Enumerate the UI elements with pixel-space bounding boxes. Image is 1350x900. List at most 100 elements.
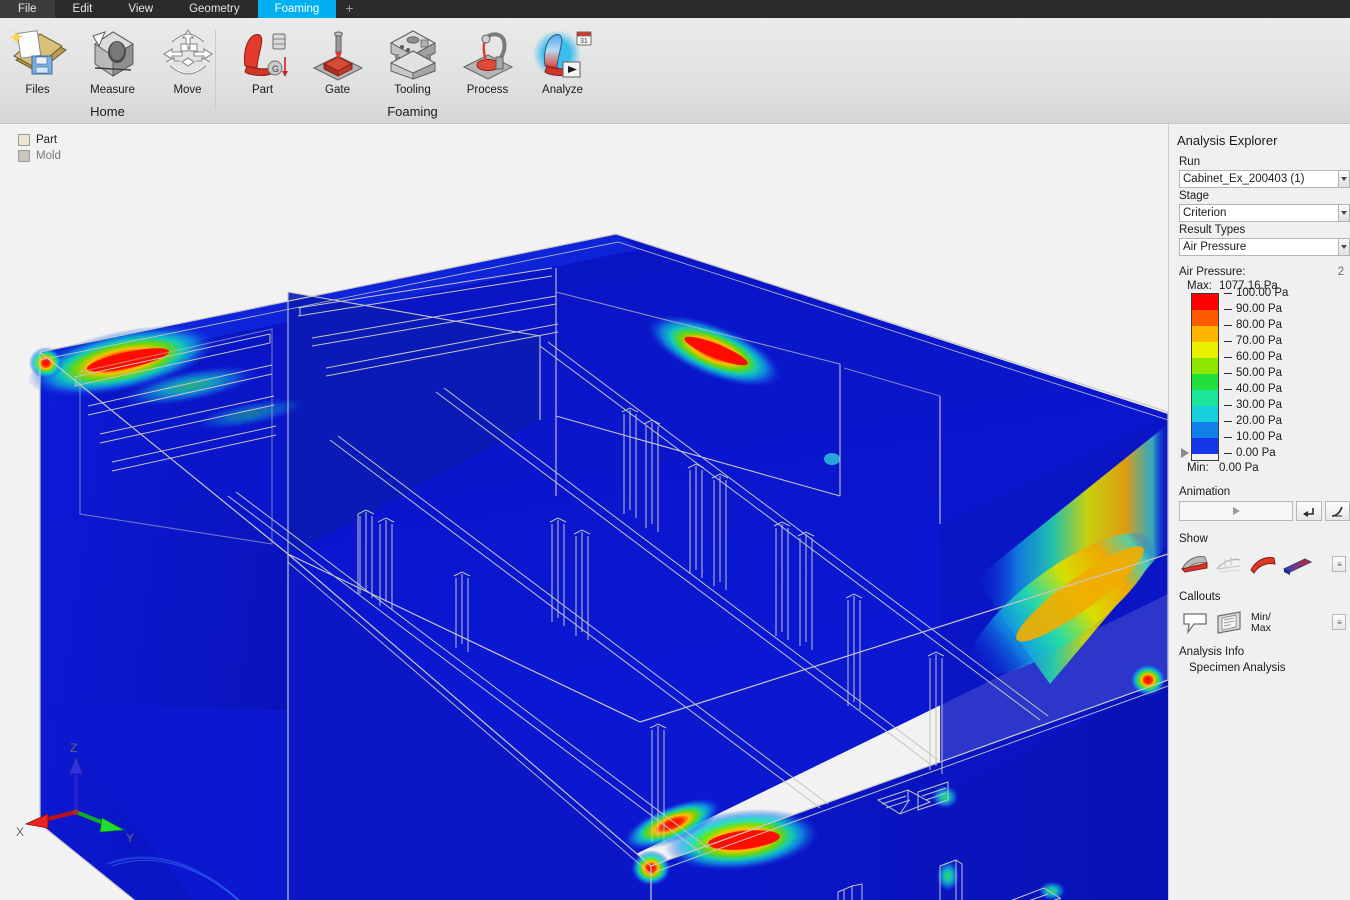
callouts-options-menu-button[interactable]: ≡ xyxy=(1332,614,1346,630)
colorbar-tick-5: 50.00 Pa xyxy=(1219,365,1288,381)
result-types-dropdown-arrow[interactable] xyxy=(1339,238,1350,256)
colorbar-tick-9: 10.00 Pa xyxy=(1219,429,1288,445)
colorbar-tick-dash xyxy=(1224,325,1232,326)
colorbar-tick-4: 60.00 Pa xyxy=(1219,349,1288,365)
axis-label-z: Z xyxy=(70,741,77,755)
ribbon-button-move[interactable]: Move xyxy=(150,18,225,118)
ribbon-button-tooling[interactable]: Tooling xyxy=(375,18,450,118)
colorbar-tick-dash xyxy=(1224,341,1232,342)
result-min-value: 0.00 Pa xyxy=(1219,462,1259,474)
colorbar-legend[interactable]: 100.00 Pa90.00 Pa80.00 Pa70.00 Pa60.00 P… xyxy=(1169,293,1350,461)
colorbar-tick-dash xyxy=(1224,437,1232,438)
ribbon-button-measure[interactable]: Measure xyxy=(75,18,150,118)
menu-file[interactable]: File xyxy=(0,0,55,18)
colorbar-gradient[interactable] xyxy=(1191,293,1219,461)
colorbar-tick-label: 50.00 Pa xyxy=(1236,365,1282,381)
ribbon-label-process: Process xyxy=(467,84,509,97)
colorbar-tick-1: 90.00 Pa xyxy=(1219,301,1288,317)
run-dropdown-arrow[interactable] xyxy=(1339,170,1350,188)
ribbon-group-title-foaming: Foaming xyxy=(225,104,600,119)
run-label: Run xyxy=(1169,154,1350,170)
note-callout-icon[interactable] xyxy=(1213,609,1247,637)
menu-edit[interactable]: Edit xyxy=(55,0,111,18)
ribbon-button-files[interactable]: Files xyxy=(0,18,75,118)
callouts-label: Callouts xyxy=(1169,579,1350,606)
ribbon-button-analyze[interactable]: 31 Analyze xyxy=(525,18,600,118)
legend-label-mold: Mold xyxy=(36,150,61,162)
colorbar-band-1 xyxy=(1192,310,1218,326)
colorbar-tick-label: 60.00 Pa xyxy=(1236,349,1282,365)
3d-viewport[interactable]: Part Mold Z X Y xyxy=(0,124,1168,900)
move-icon xyxy=(156,24,220,82)
minmax-line2: Max xyxy=(1251,623,1271,634)
application-window: File Edit View Geometry Foaming + xyxy=(0,0,1350,900)
show-result-icon[interactable] xyxy=(1281,551,1315,579)
ribbon-toolbar: Files xyxy=(0,18,1350,124)
tab-foaming[interactable]: Foaming xyxy=(258,0,337,18)
legend-swatch-mold xyxy=(18,150,30,162)
callouts-icon-row: Min/ Max ≡ xyxy=(1169,609,1350,637)
colorbar-tick-0: 100.00 Pa xyxy=(1219,285,1288,301)
ribbon-group-title-home: Home xyxy=(0,104,215,119)
colorbar-band-5 xyxy=(1192,374,1218,390)
add-tab-button[interactable]: + xyxy=(336,0,362,18)
axis-label-x: X xyxy=(16,825,24,839)
ribbon-label-measure: Measure xyxy=(90,84,135,97)
colorbar-tick-6: 40.00 Pa xyxy=(1219,381,1288,397)
animation-play-bar[interactable] xyxy=(1179,501,1293,521)
cabinet-model xyxy=(22,234,1168,900)
colorbar-band-9 xyxy=(1192,438,1218,454)
analysis-info-value: Specimen Analysis xyxy=(1169,662,1350,674)
ribbon-button-part[interactable]: G Part xyxy=(225,18,300,118)
show-wireframe-icon[interactable] xyxy=(1213,551,1247,579)
stage-field-row: Criterion xyxy=(1169,204,1350,222)
viewport-legend: Part Mold xyxy=(18,132,61,164)
animation-loop-button[interactable] xyxy=(1296,501,1321,521)
result-min-label: Min: xyxy=(1187,462,1219,474)
colorbar-band-8 xyxy=(1192,422,1218,438)
show-icon-row: ≡ xyxy=(1169,551,1350,579)
minmax-callout-label[interactable]: Min/ Max xyxy=(1251,612,1271,634)
menu-geometry[interactable]: Geometry xyxy=(171,0,258,18)
files-icon xyxy=(6,24,70,82)
stage-label: Stage xyxy=(1169,188,1350,204)
colorbar-tick-label: 80.00 Pa xyxy=(1236,317,1282,333)
colorbar-band-0 xyxy=(1192,294,1218,310)
process-robot-icon xyxy=(456,24,520,82)
colorbar-band-6 xyxy=(1192,390,1218,406)
result-max-label: Max: xyxy=(1187,280,1219,292)
run-select[interactable]: Cabinet_Ex_200403 (1) xyxy=(1179,170,1339,188)
colorbar-marker-arrow[interactable] xyxy=(1181,293,1191,461)
result-heading-row: Air Pressure: 2 xyxy=(1169,256,1350,280)
colorbar-tick-7: 30.00 Pa xyxy=(1219,397,1288,413)
axis-triad[interactable]: Z X Y xyxy=(14,734,144,844)
colorbar-tick-dash xyxy=(1224,421,1232,422)
colorbar-tick-2: 80.00 Pa xyxy=(1219,317,1288,333)
colorbar-tick-8: 20.00 Pa xyxy=(1219,413,1288,429)
stage-dropdown-arrow[interactable] xyxy=(1339,204,1350,222)
colorbar-tick-dash xyxy=(1224,373,1232,374)
colorbar-tick-dash xyxy=(1224,389,1232,390)
run-field-row: Cabinet_Ex_200403 (1) xyxy=(1169,170,1350,188)
result-heading-overflow: 2 xyxy=(1338,266,1344,278)
result-types-select[interactable]: Air Pressure xyxy=(1179,238,1339,256)
show-options-menu-button[interactable]: ≡ xyxy=(1332,556,1346,572)
show-part-icon[interactable] xyxy=(1179,551,1213,579)
animation-controls xyxy=(1169,501,1350,521)
colorbar-tick-3: 70.00 Pa xyxy=(1219,333,1288,349)
stage-select[interactable]: Criterion xyxy=(1179,204,1339,222)
show-deform-icon[interactable] xyxy=(1247,551,1281,579)
ribbon-label-move: Move xyxy=(173,84,201,97)
probe-callout-icon[interactable] xyxy=(1179,609,1213,637)
ribbon-label-part: Part xyxy=(252,84,273,97)
menu-view[interactable]: View xyxy=(110,0,171,18)
ribbon-button-gate[interactable]: Gate xyxy=(300,18,375,118)
colorbar-tick-dash xyxy=(1224,405,1232,406)
ribbon-label-gate: Gate xyxy=(325,84,350,97)
ribbon-button-process[interactable]: Process xyxy=(450,18,525,118)
colorbar-band-7 xyxy=(1192,406,1218,422)
result-heading: Air Pressure: xyxy=(1179,266,1245,278)
animation-curve-button[interactable] xyxy=(1325,501,1350,521)
ribbon-label-tooling: Tooling xyxy=(394,84,430,97)
show-label: Show xyxy=(1169,521,1350,548)
